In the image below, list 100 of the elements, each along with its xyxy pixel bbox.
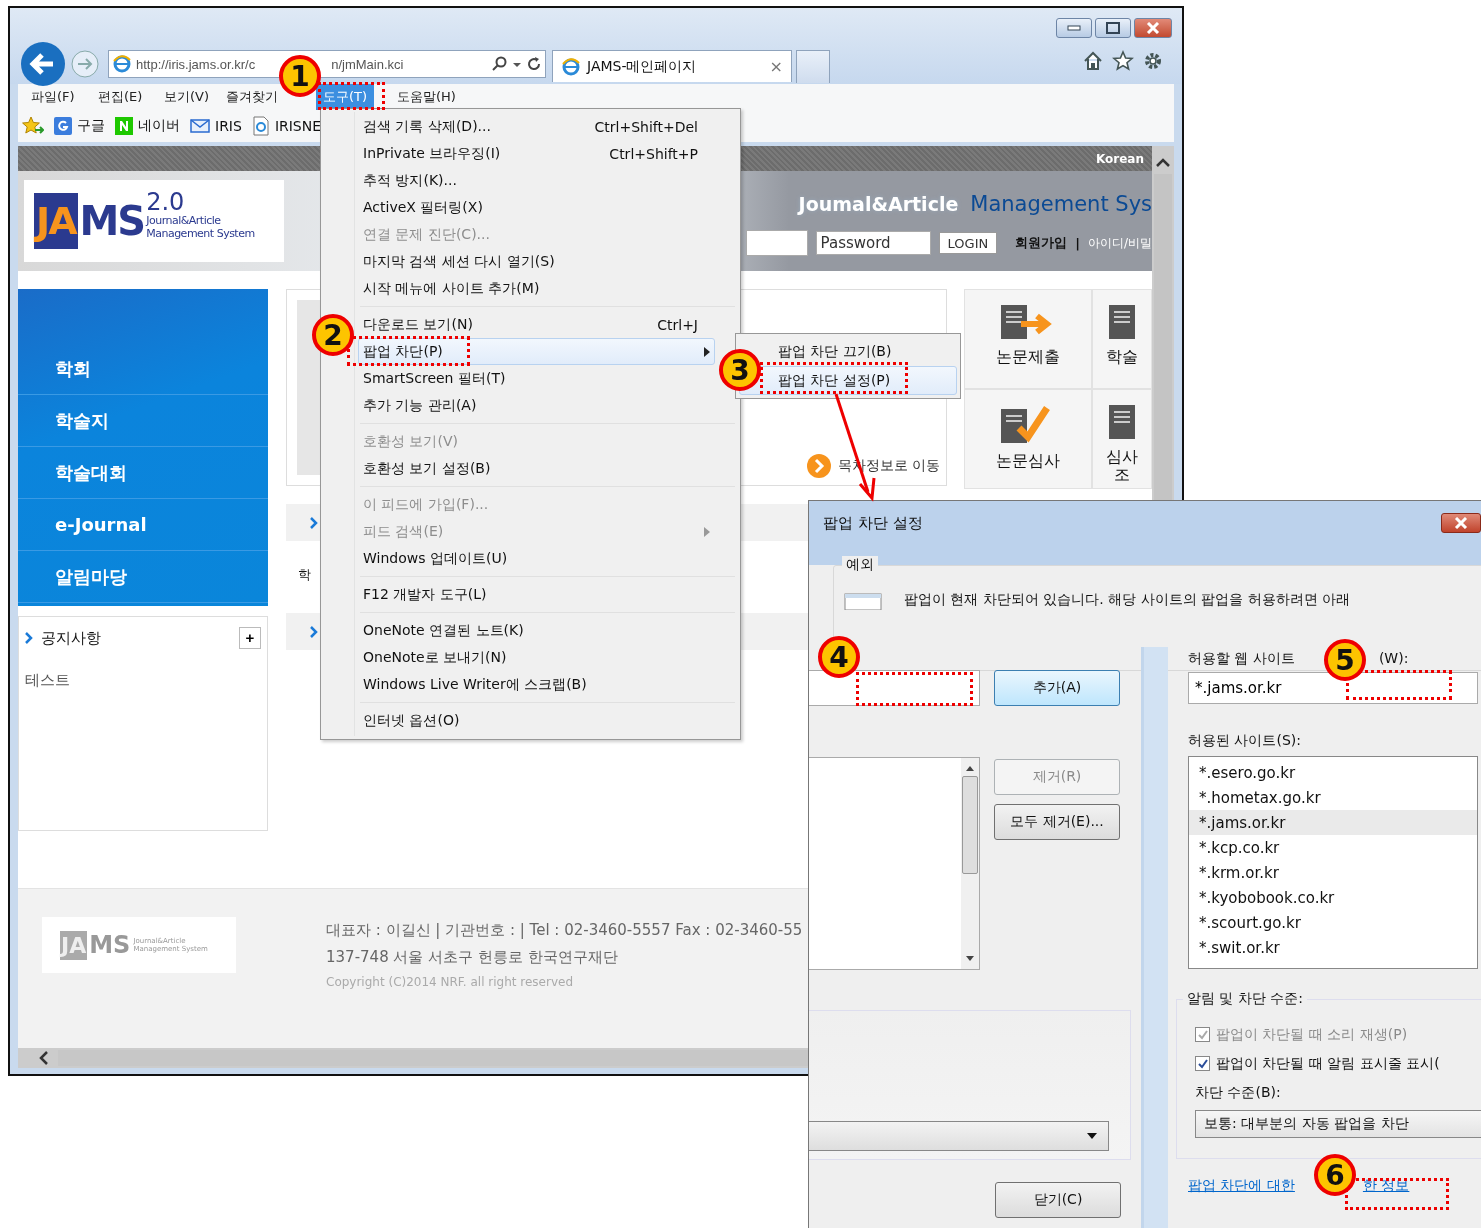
document-icon — [1107, 404, 1138, 440]
menu-tile[interactable]: 논문제출 — [964, 289, 1093, 389]
menu-tile[interactable]: 학술 — [1092, 289, 1152, 389]
menu-item[interactable]: Windows Live Writer에 스크랩(B) — [358, 671, 715, 698]
password-field[interactable]: Password — [815, 231, 931, 255]
close-button[interactable] — [1441, 513, 1481, 533]
dropdown[interactable] — [809, 1121, 1109, 1151]
logo-subtitle: Management System — [146, 227, 255, 240]
favorite-link[interactable]: IRISNE — [251, 116, 322, 136]
logo-letters: MS — [89, 931, 131, 959]
refresh-icon[interactable] — [526, 56, 542, 72]
field-label: 차단 수준(B): — [1195, 1084, 1282, 1102]
maximize-button[interactable] — [1095, 18, 1131, 38]
address-field[interactable] — [809, 670, 980, 706]
add-button[interactable]: 추가(A) — [994, 670, 1120, 706]
checkbox[interactable]: 팝업이 차단될 때 알림 표시줄 표시( — [1195, 1049, 1481, 1078]
menu-tile[interactable]: 논문심사 — [964, 389, 1093, 489]
site-item[interactable]: *.scourt.go.kr — [1189, 910, 1477, 935]
language-link[interactable]: Korean — [1096, 151, 1144, 166]
menu-item[interactable]: 즐겨찾기 — [222, 84, 282, 110]
menu-item[interactable]: 추가 기능 관리(A) — [358, 392, 715, 419]
remove-all-button[interactable]: 모두 제거(E)... — [994, 804, 1120, 840]
star-add-icon[interactable] — [22, 115, 44, 137]
field-label: 허용할 웹 사이트 — [1188, 650, 1295, 668]
address-field[interactable]: *.jams.or.kr — [1188, 672, 1478, 704]
dialog-title: 팝업 차단 설정 — [823, 513, 923, 533]
envelope-icon — [190, 118, 210, 134]
menu-item[interactable]: 마지막 검색 세션 다시 열기(S) — [358, 248, 715, 275]
menu-item[interactable]: 편집(E) — [91, 84, 150, 110]
menu-item[interactable]: Windows 업데이트(U) — [358, 545, 715, 572]
menu-item[interactable]: 팝업 차단(P) — [358, 338, 715, 365]
list-scrollbar[interactable] — [961, 758, 979, 969]
menu-tile[interactable]: 심사 조 — [1092, 389, 1152, 489]
menu-item[interactable]: OneNote 연결된 노트(K) — [358, 617, 715, 644]
scroll-up-icon[interactable] — [1156, 158, 1170, 168]
menu-item[interactable]: 인터넷 옵션(O) — [358, 707, 715, 734]
site-item[interactable]: *.krm.or.kr — [1189, 860, 1477, 885]
more-button[interactable]: + — [238, 627, 261, 649]
block-level-dropdown[interactable]: 보통: 대부분의 자동 팝업을 차단 — [1195, 1110, 1481, 1138]
menu-item[interactable]: 검색 기록 삭제(D)... Ctrl+Shift+Del — [358, 113, 715, 140]
menu-item[interactable]: InPrivate 브라우징(I) Ctrl+Shift+P — [358, 140, 715, 167]
url-text: http://iris.jams.or.kr/c — [136, 56, 256, 72]
site-item[interactable]: *.kcp.co.kr — [1189, 835, 1477, 860]
nav-item[interactable]: 학술대회 — [18, 447, 268, 499]
star-icon[interactable] — [1112, 50, 1134, 72]
arrow-circle-icon — [805, 453, 832, 479]
signup-link[interactable]: 회원가입 — [1015, 234, 1068, 252]
menu-item[interactable]: OneNote로 보내기(N) — [358, 644, 715, 671]
menu-item[interactable]: F12 개발자 도구(L) — [358, 581, 715, 608]
menu-item[interactable]: 호환성 보기 설정(B) — [358, 455, 715, 482]
logo-letters: JA — [60, 930, 88, 960]
favorite-link[interactable]: 네이버 — [115, 117, 180, 135]
scroll-down-icon[interactable] — [965, 955, 975, 963]
scroll-thumb[interactable] — [962, 776, 978, 874]
chevron-icon — [309, 516, 318, 529]
help-link[interactable]: 팝업 차단에 대한 — [1188, 1177, 1295, 1195]
close-button[interactable] — [1134, 18, 1172, 38]
footer-text: 137-748 서울 서초구 헌릉로 한국연구재단 — [326, 948, 619, 967]
nav-item[interactable]: 학회 — [18, 343, 268, 395]
site-item[interactable]: *.swit.or.kr — [1189, 935, 1477, 960]
maximize-icon — [1106, 22, 1120, 34]
id-field[interactable] — [745, 230, 808, 256]
browser-tab[interactable]: JAMS-메인페이지 × — [552, 50, 792, 82]
favorite-link[interactable]: 구글 — [54, 117, 105, 135]
notice-item[interactable]: 테스트 — [25, 671, 261, 690]
window-icon — [844, 590, 884, 610]
home-icon[interactable] — [1082, 50, 1104, 72]
scroll-left-icon[interactable] — [38, 1051, 50, 1065]
nav-item[interactable]: e-Journal — [18, 499, 268, 551]
checkmark-icon — [1196, 1028, 1209, 1041]
favorite-link[interactable]: IRIS — [190, 118, 242, 134]
menu-item[interactable]: SmartScreen 필터(T) — [358, 365, 715, 392]
field-label: (W): — [1378, 650, 1409, 668]
login-button[interactable]: LOGIN — [938, 232, 998, 254]
group-title: 예외 — [842, 556, 878, 574]
site-item[interactable]: *.jams.or.kr — [1189, 810, 1477, 835]
tab-close-button[interactable]: × — [769, 57, 783, 76]
tile-label: 학술 — [1106, 348, 1139, 366]
menu-item[interactable]: 도움말(H) — [390, 84, 463, 110]
scroll-up-icon[interactable] — [965, 764, 975, 772]
settings-icon[interactable] — [1142, 50, 1164, 72]
menu-item[interactable]: 보기(V) — [157, 84, 217, 110]
site-item[interactable]: *.kyobobook.co.kr — [1189, 885, 1477, 910]
close-dialog-button[interactable]: 닫기(C) — [995, 1182, 1121, 1218]
search-icon[interactable] — [492, 56, 508, 72]
menu-item[interactable]: 다운로드 보기(N) Ctrl+J — [358, 311, 715, 338]
site-item[interactable]: *.esero.go.kr — [1189, 760, 1477, 785]
menu-item[interactable]: 추적 방지(K)... — [358, 167, 715, 194]
site-item[interactable]: *.hometax.go.kr — [1189, 785, 1477, 810]
row-text: 학 — [297, 566, 311, 584]
menu-item[interactable]: 시작 메뉴에 사이트 추가(M) — [358, 275, 715, 302]
nav-item[interactable]: 학술지 — [18, 395, 268, 447]
close-icon — [1146, 22, 1160, 34]
nav-item[interactable]: 알림마당 — [18, 551, 268, 603]
menu-item[interactable]: 파일(F) — [24, 84, 82, 110]
tile-label: 논문제출 — [996, 348, 1061, 366]
checkmark-icon — [1196, 1057, 1209, 1070]
back-button[interactable] — [20, 41, 66, 87]
minimize-button[interactable] — [1056, 18, 1092, 38]
menu-item[interactable]: ActiveX 필터링(X) — [358, 194, 715, 221]
